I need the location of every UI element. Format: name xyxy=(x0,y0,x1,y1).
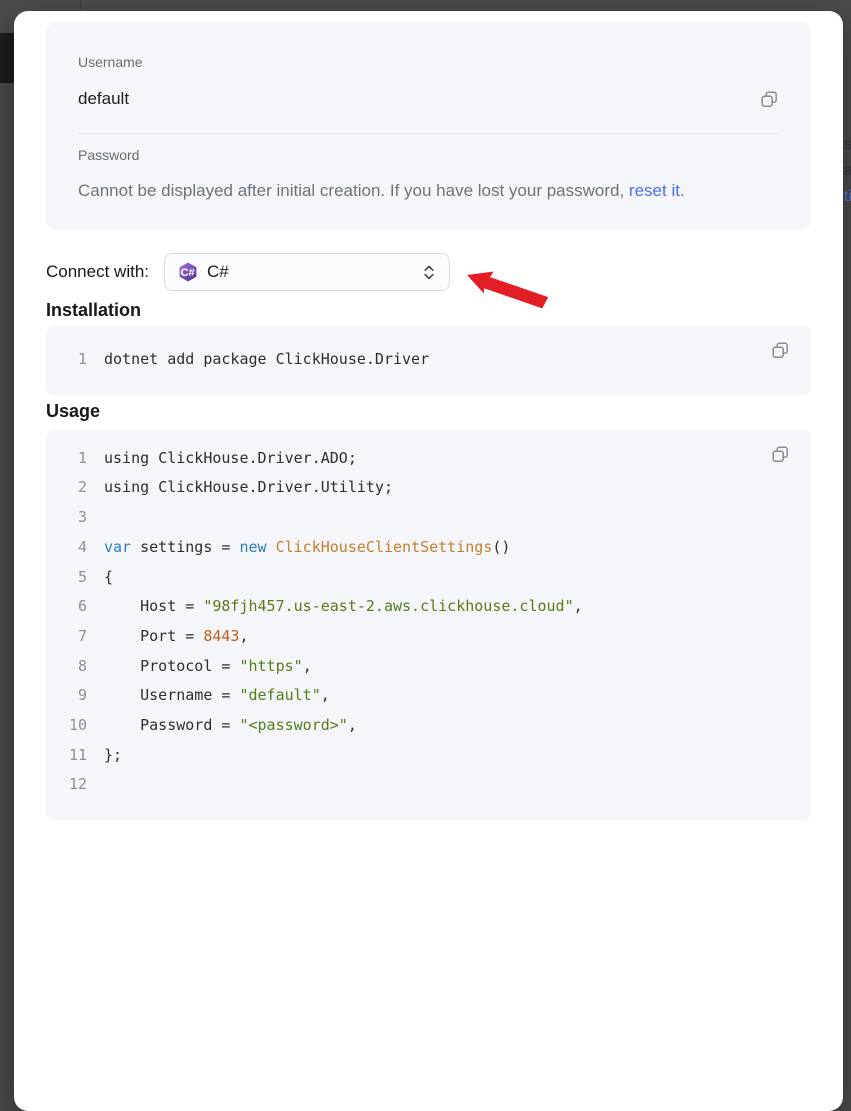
code-line: 5{ xyxy=(46,563,811,593)
copy-icon xyxy=(771,445,790,464)
code-text: using ClickHouse.Driver.ADO; xyxy=(104,444,357,474)
copy-icon xyxy=(760,90,779,109)
credentials-card: Username default Password Cannot be disp… xyxy=(46,22,811,230)
installation-code: 1 dotnet add package ClickHouse.Driver xyxy=(46,345,811,375)
csharp-logo-icon: C# xyxy=(178,262,198,282)
password-note-period: . xyxy=(680,181,685,200)
line-number: 2 xyxy=(46,473,87,503)
code-text: Password = "<password>", xyxy=(104,711,357,741)
background-text-fragment: s xyxy=(844,136,851,154)
code-line: 12 xyxy=(46,770,811,800)
code-line: 9 Username = "default", xyxy=(46,681,811,711)
code-text: using ClickHouse.Driver.Utility; xyxy=(104,473,393,503)
reset-password-link[interactable]: reset it xyxy=(629,181,680,200)
code-text: Username = "default", xyxy=(104,681,330,711)
password-label: Password xyxy=(78,147,779,163)
line-number: 10 xyxy=(46,711,87,741)
code-line: 3 xyxy=(46,503,811,533)
backdrop-divider-fragment xyxy=(80,0,81,11)
line-number: 12 xyxy=(46,770,87,800)
code-text: var settings = new ClickHouseClientSetti… xyxy=(104,533,510,563)
copy-username-button[interactable] xyxy=(760,90,779,109)
line-number: 3 xyxy=(46,503,87,533)
installation-code-block: 1 dotnet add package ClickHouse.Driver xyxy=(46,326,811,395)
code-text: Port = 8443, xyxy=(104,622,249,652)
connect-with-label: Connect with: xyxy=(46,262,149,282)
code-text: { xyxy=(104,563,113,593)
usage-code: 1 using ClickHouse.Driver.ADO; 2 using Clic… xyxy=(46,444,811,800)
chevron-up-down-icon xyxy=(422,263,436,282)
connect-with-row: Connect with: C# C# xyxy=(46,253,811,291)
password-note-text: Cannot be displayed after initial creati… xyxy=(78,181,629,200)
background-text-fragment: ti xyxy=(844,188,851,206)
line-number: 5 xyxy=(46,563,87,593)
connection-details-modal: Username default Password Cannot be disp… xyxy=(14,11,843,1111)
code-line: 1 dotnet add package ClickHouse.Driver xyxy=(46,345,811,375)
usage-heading: Usage xyxy=(46,401,811,422)
username-value: default xyxy=(78,88,129,110)
line-number: 11 xyxy=(46,741,87,771)
copy-installation-code-button[interactable] xyxy=(771,341,790,360)
line-number: 7 xyxy=(46,622,87,652)
code-line: 6 Host = "98fjh457.us-east-2.aws.clickho… xyxy=(46,592,811,622)
username-row: default xyxy=(78,88,779,110)
code-line: 8 Protocol = "https", xyxy=(46,652,811,682)
username-label: Username xyxy=(78,54,779,70)
divider xyxy=(78,133,779,134)
code-line: 1 using ClickHouse.Driver.ADO; xyxy=(46,444,811,474)
line-number: 1 xyxy=(46,345,87,375)
code-line: 2 using ClickHouse.Driver.Utility; xyxy=(46,473,811,503)
svg-text:C#: C# xyxy=(181,267,195,279)
code-text: Protocol = "https", xyxy=(104,652,312,682)
code-line: 10 Password = "<password>", xyxy=(46,711,811,741)
installation-heading: Installation xyxy=(46,300,811,321)
password-note: Cannot be displayed after initial creati… xyxy=(78,180,779,202)
code-line: 11}; xyxy=(46,741,811,771)
line-number: 8 xyxy=(46,652,87,682)
language-select[interactable]: C# C# xyxy=(164,253,450,291)
background-text-fragment: a xyxy=(844,162,851,180)
line-number: 4 xyxy=(46,533,87,563)
code-line: 4 var settings = new ClickHouseClientSett… xyxy=(46,533,811,563)
backdrop-sidebar-fragment xyxy=(0,33,14,83)
code-text: Host = "98fjh457.us-east-2.aws.clickhous… xyxy=(104,592,583,622)
code-line: 7 Port = 8443, xyxy=(46,622,811,652)
line-number: 6 xyxy=(46,592,87,622)
language-select-value: C# xyxy=(207,262,229,282)
copy-usage-code-button[interactable] xyxy=(771,445,790,464)
code-text: dotnet add package ClickHouse.Driver xyxy=(104,345,429,375)
line-number: 9 xyxy=(46,681,87,711)
line-number: 1 xyxy=(46,444,87,474)
usage-code-block: 1 using ClickHouse.Driver.ADO; 2 using Clic… xyxy=(46,430,811,820)
code-text: }; xyxy=(104,741,122,771)
copy-icon xyxy=(771,341,790,360)
